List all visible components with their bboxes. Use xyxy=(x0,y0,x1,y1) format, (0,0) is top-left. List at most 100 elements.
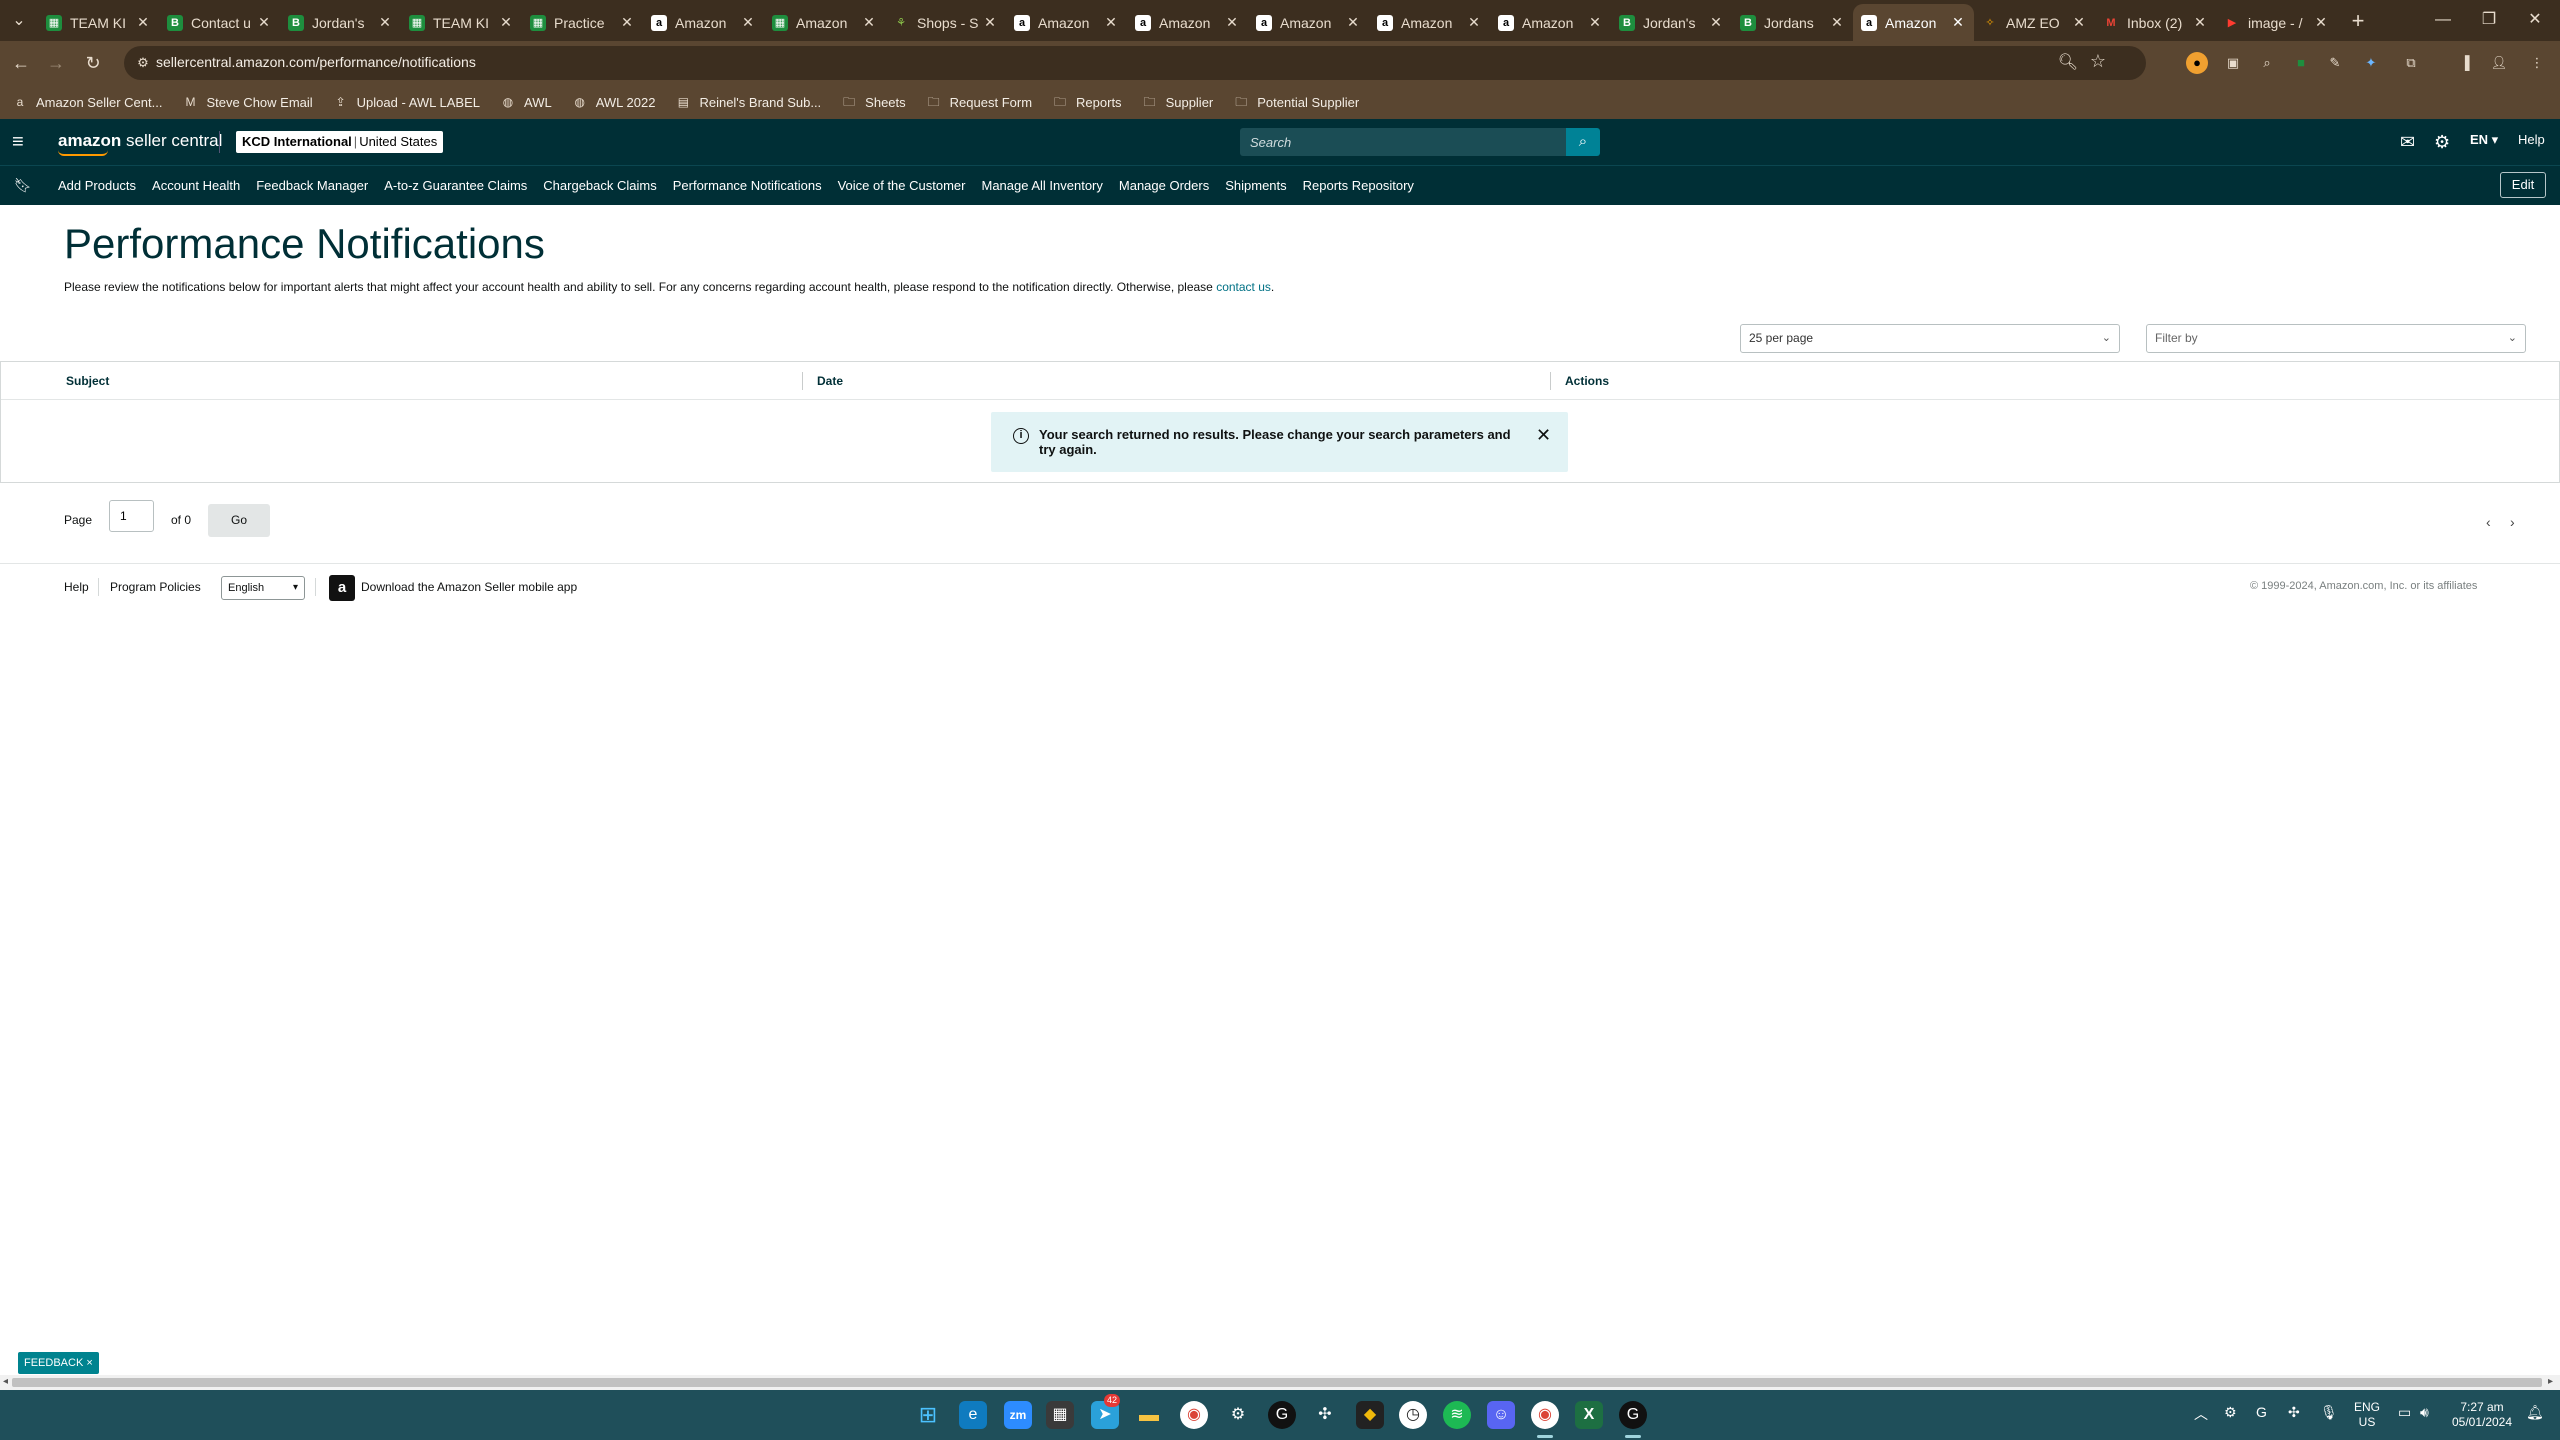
close-tab-icon[interactable]: ✕ xyxy=(740,14,756,31)
address-bar[interactable]: ⚙ sellercentral.amazon.com/performance/n… xyxy=(124,46,2146,80)
bookmark-flag-icon[interactable]: 🔖︎ xyxy=(14,177,32,194)
bookmark-item[interactable]: 🗀 Supplier xyxy=(1142,94,1214,110)
logitech-g-icon[interactable]: G xyxy=(1268,1401,1296,1429)
close-tab-icon[interactable]: ✕ xyxy=(498,14,514,31)
close-tab-icon[interactable]: ✕ xyxy=(1224,14,1240,31)
discord-icon[interactable]: ☺ xyxy=(1487,1401,1515,1429)
close-tab-icon[interactable]: ✕ xyxy=(2313,14,2329,31)
bookmark-item[interactable]: 🗀 Request Form xyxy=(926,94,1032,110)
contact-us-link[interactable]: contact us xyxy=(1216,280,1271,294)
edge-browser-icon[interactable]: e xyxy=(959,1401,987,1429)
filter-by-select[interactable]: Filter by ⌄ xyxy=(2146,324,2526,353)
browser-tab[interactable]: B Jordan's ✕ xyxy=(1611,4,1732,41)
back-arrow-icon[interactable]: ← xyxy=(8,50,34,76)
hamburger-menu-icon[interactable]: ≡ xyxy=(12,132,32,152)
nav-link[interactable]: Manage All Inventory xyxy=(981,178,1102,193)
close-alert-icon[interactable]: ✕ xyxy=(1536,426,1551,444)
nav-link[interactable]: Reports Repository xyxy=(1303,178,1414,193)
browser-tab[interactable]: ▦ TEAM KI ✕ xyxy=(38,4,159,41)
bookmark-item[interactable]: a Amazon Seller Cent... xyxy=(12,94,163,110)
microphone-icon[interactable]: 🎙︎ xyxy=(2320,1404,2338,1421)
edit-nav-button[interactable]: Edit xyxy=(2500,172,2546,198)
browser-tab[interactable]: B Jordans ✕ xyxy=(1732,4,1853,41)
site-info-icon[interactable]: ⚙ xyxy=(134,54,152,72)
search-button[interactable]: ⌕ xyxy=(1566,128,1600,156)
minimize-window-icon[interactable]: — xyxy=(2420,6,2466,34)
browser-tab[interactable]: a Amazon ✕ xyxy=(1490,4,1611,41)
per-page-select[interactable]: 25 per page ⌄ xyxy=(1740,324,2120,353)
logitech-g-hub-icon[interactable]: G xyxy=(1619,1401,1647,1429)
bookmark-item[interactable]: 🗀 Potential Supplier xyxy=(1233,94,1359,110)
close-tab-icon[interactable]: ✕ xyxy=(1345,14,1361,31)
search-input[interactable] xyxy=(1240,128,1566,156)
close-tab-icon[interactable]: ✕ xyxy=(2192,14,2208,31)
browser-tab[interactable]: M Inbox (2) ✕ xyxy=(2095,4,2216,41)
nav-link[interactable]: Performance Notifications xyxy=(673,178,822,193)
page-number-input[interactable] xyxy=(109,500,154,532)
bookmark-item[interactable]: ▤ Reinel's Brand Sub... xyxy=(675,94,821,110)
nav-link[interactable]: Shipments xyxy=(1225,178,1286,193)
side-panel-icon[interactable]: ▐ xyxy=(2454,52,2476,74)
scrollbar-thumb[interactable] xyxy=(12,1378,2542,1387)
account-switcher[interactable]: KCD International | United States xyxy=(236,131,444,153)
column-date[interactable]: Date xyxy=(817,374,843,388)
chrome-profile-icon[interactable]: ◉ xyxy=(1531,1401,1559,1429)
bookmark-item[interactable]: ⇪ Upload - AWL LABEL xyxy=(333,94,480,110)
bookmark-item[interactable]: 🗀 Reports xyxy=(1052,94,1122,110)
close-tab-icon[interactable]: ✕ xyxy=(1950,14,1966,31)
close-tab-icon[interactable]: ✕ xyxy=(1708,14,1724,31)
language-selector[interactable]: EN ▾ xyxy=(2470,132,2498,148)
volume-icon[interactable]: 🔊︎ xyxy=(2420,1404,2429,1421)
close-tab-icon[interactable]: ✕ xyxy=(861,14,877,31)
seller-central-logo[interactable]: amazon seller central xyxy=(58,131,222,151)
bookmark-item[interactable]: 🗀 Sheets xyxy=(841,94,906,110)
close-tab-icon[interactable]: ✕ xyxy=(135,14,151,31)
browser-tab[interactable]: a Amazon ✕ xyxy=(643,4,764,41)
hub-tray-icon[interactable]: ✣ xyxy=(2288,1404,2300,1421)
nav-link[interactable]: Manage Orders xyxy=(1119,178,1209,193)
extension-translate-icon[interactable]: ▣ xyxy=(2222,52,2244,74)
show-hidden-icons-chevron-icon[interactable]: ︿ xyxy=(2194,1404,2208,1424)
nav-link[interactable]: Account Health xyxy=(152,178,240,193)
extension-pen-icon[interactable]: ✎ xyxy=(2324,52,2346,74)
profile-icon[interactable]: 👤︎ xyxy=(2488,52,2510,74)
spotify-icon[interactable]: ≋ xyxy=(1443,1401,1471,1429)
browser-tab[interactable]: ✧ AMZ EO ✕ xyxy=(1974,4,2095,41)
horizontal-scrollbar[interactable]: ◂ ▸ xyxy=(0,1375,2560,1390)
steam-icon[interactable]: ⚙ xyxy=(1224,1401,1252,1429)
footer-help-link[interactable]: Help xyxy=(64,580,89,594)
new-tab-plus-icon[interactable]: + xyxy=(2344,8,2372,34)
extension-blue-icon[interactable]: ✦ xyxy=(2360,52,2382,74)
reload-icon[interactable]: ↻ xyxy=(80,50,106,76)
bookmark-item[interactable]: ◍ AWL 2022 xyxy=(572,94,655,110)
nav-link[interactable]: Add Products xyxy=(58,178,136,193)
column-actions[interactable]: Actions xyxy=(1565,374,1609,388)
download-app-link[interactable]: Download the Amazon Seller mobile app xyxy=(361,580,577,594)
input-language-indicator[interactable]: ENG US xyxy=(2352,1400,2382,1430)
seller-app-icon[interactable]: a xyxy=(329,575,355,601)
notifications-bell-icon[interactable]: 🔔︎ xyxy=(2526,1404,2544,1421)
calculator-icon[interactable]: ▦ xyxy=(1046,1401,1074,1429)
browser-tab[interactable]: a Amazon ✕ xyxy=(1853,4,1974,41)
extensions-puzzle-icon[interactable]: ⧉ xyxy=(2400,52,2422,74)
column-subject[interactable]: Subject xyxy=(66,374,109,388)
nav-link[interactable]: Chargeback Claims xyxy=(543,178,656,193)
clock-app-icon[interactable]: ◷ xyxy=(1399,1401,1427,1429)
browser-tab[interactable]: a Amazon ✕ xyxy=(1369,4,1490,41)
extension-green-icon[interactable]: ■ xyxy=(2290,52,2312,74)
next-page-chevron-icon[interactable]: › xyxy=(2510,514,2515,530)
browser-tab[interactable]: ⚘ Shops - S ✕ xyxy=(885,4,1006,41)
close-tab-icon[interactable]: ✕ xyxy=(256,14,272,31)
browser-tab[interactable]: ▶ image - / ✕ xyxy=(2216,4,2337,41)
close-tab-icon[interactable]: ✕ xyxy=(1829,14,1845,31)
binance-icon[interactable]: ◆ xyxy=(1356,1401,1384,1429)
close-tab-icon[interactable]: ✕ xyxy=(377,14,393,31)
close-tab-icon[interactable]: ✕ xyxy=(619,14,635,31)
excel-icon[interactable]: X xyxy=(1575,1401,1603,1429)
mail-icon[interactable]: ✉ xyxy=(2400,132,2415,152)
settings-gear-icon[interactable]: ⚙ xyxy=(2434,132,2450,152)
bookmark-item[interactable]: ◍ AWL xyxy=(500,94,552,110)
logitech-tray-icon[interactable]: G xyxy=(2256,1404,2267,1420)
close-tab-icon[interactable]: ✕ xyxy=(1466,14,1482,31)
browser-tab[interactable]: ▦ TEAM KI ✕ xyxy=(401,4,522,41)
